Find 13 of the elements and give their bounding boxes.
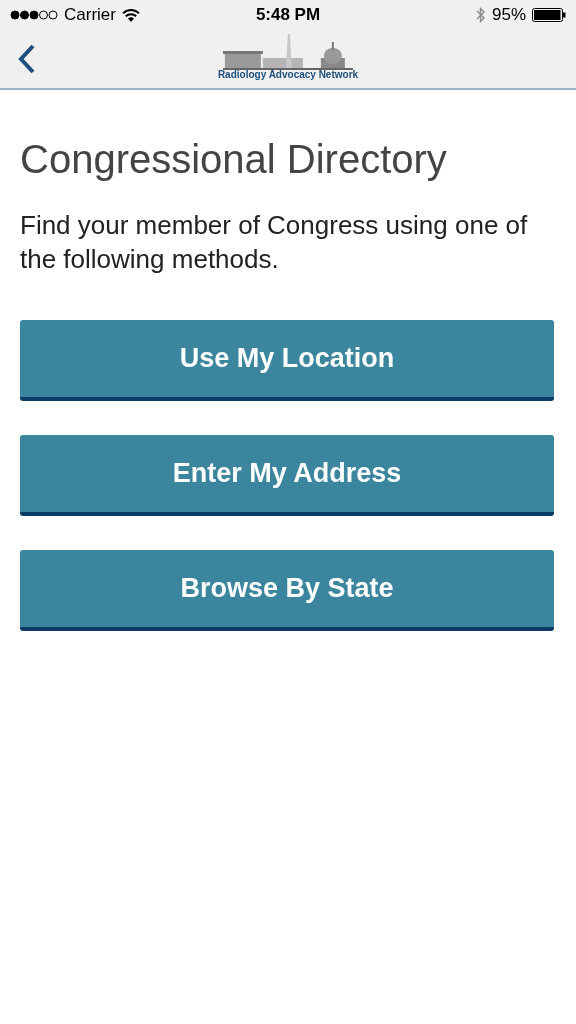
intro-text: Find your member of Congress using one of the following methods. [20, 209, 529, 276]
bluetooth-icon [475, 7, 486, 23]
signal-icon [10, 10, 58, 20]
logo-text: Radiology Advocacy Network [217, 70, 359, 80]
wifi-icon [121, 8, 140, 22]
clock-time: 5:48 PM [255, 4, 321, 27]
page-title: Congressional Directory [20, 136, 448, 183]
method-button[interactable]: Use My Location [20, 320, 554, 401]
method-button[interactable]: Browse By State [20, 550, 554, 631]
carrier-name: Carrier [64, 4, 116, 27]
battery-icon [532, 8, 566, 22]
method-button[interactable]: Enter My Address [20, 435, 554, 516]
battery-percent: 95% [491, 4, 526, 27]
